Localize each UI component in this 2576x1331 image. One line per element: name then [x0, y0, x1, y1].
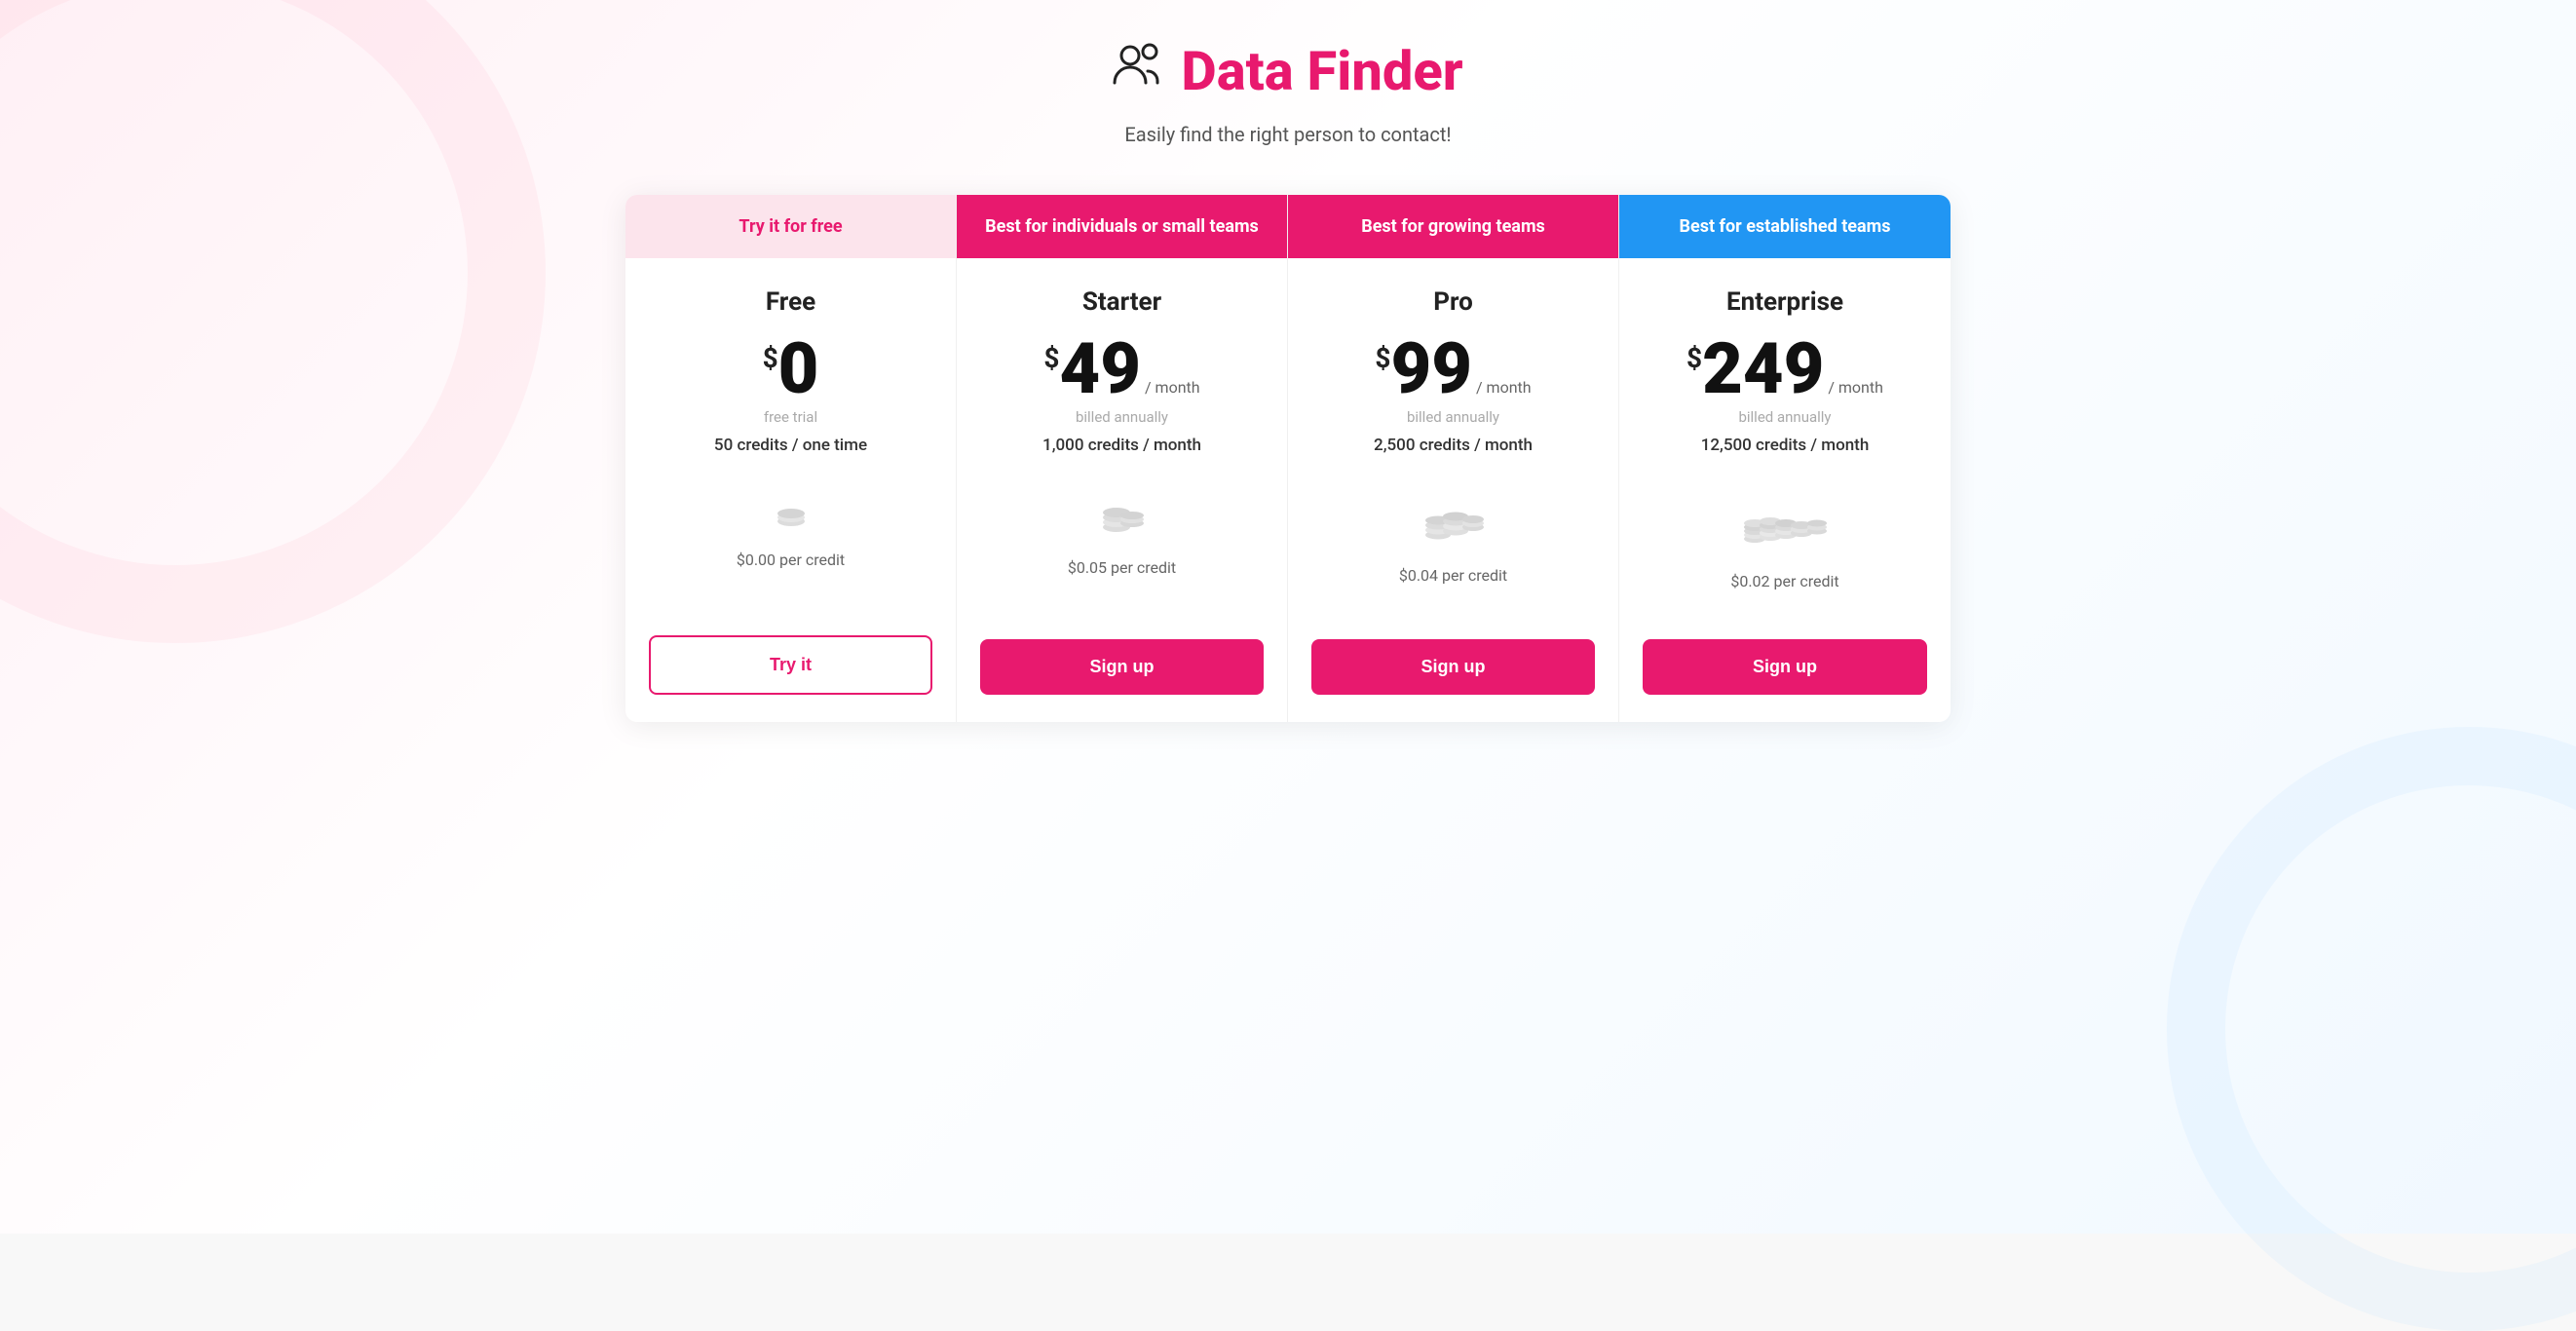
card-header-pro: Best for growing teams	[1288, 195, 1618, 258]
price-dollar-pro: $	[1375, 342, 1390, 374]
price-amount-pro: 99	[1391, 334, 1472, 404]
billing-note-pro: billed annually	[1407, 408, 1499, 426]
price-period-enterprise: / month	[1828, 378, 1883, 404]
signup-button-enterprise[interactable]: Sign up	[1643, 639, 1927, 695]
page-subtitle: Easily find the right person to contact!	[625, 123, 1951, 146]
plan-name-pro: Pro	[1433, 287, 1473, 317]
page-title: Data Finder	[1181, 39, 1462, 103]
card-footer-pro: Sign up	[1288, 620, 1618, 722]
try-it-button[interactable]: Try it	[649, 635, 932, 695]
card-body-free: Free $ 0 free trial 50 credits / one tim…	[625, 258, 956, 616]
card-body-enterprise: Enterprise $ 249 / month billed annually…	[1619, 258, 1951, 620]
logo-row: Data Finder	[625, 39, 1951, 103]
per-credit-pro: $0.04 per credit	[1399, 566, 1507, 585]
price-row-pro: $ 99 / month	[1375, 334, 1531, 404]
price-row-enterprise: $ 249 / month	[1686, 334, 1883, 404]
price-dollar-starter: $	[1043, 342, 1059, 374]
card-body-pro: Pro $ 99 / month billed annually 2,500 c…	[1288, 258, 1618, 620]
card-header-free: Try it for free	[625, 195, 956, 258]
price-period-pro: / month	[1476, 378, 1532, 404]
card-body-starter: Starter $ 49 / month billed annually 1,0…	[957, 258, 1287, 620]
coin-icon-free	[774, 494, 809, 529]
credits-note-enterprise: 12,500 credits / month	[1701, 436, 1870, 455]
price-dollar-enterprise: $	[1686, 342, 1702, 374]
billing-note-starter: billed annually	[1076, 408, 1168, 426]
card-footer-enterprise: Sign up	[1619, 620, 1951, 722]
pricing-card-enterprise: Best for established teams Enterprise $ …	[1619, 195, 1951, 722]
card-footer-free: Try it	[625, 616, 956, 722]
plan-name-free: Free	[766, 287, 815, 317]
card-header-starter: Best for individuals or small teams	[957, 195, 1287, 258]
credits-note-pro: 2,500 credits / month	[1374, 436, 1533, 455]
per-credit-enterprise: $0.02 per credit	[1730, 572, 1838, 590]
per-credit-starter: $0.05 per credit	[1068, 558, 1176, 577]
price-dollar-free: $	[763, 342, 778, 374]
price-amount-starter: 49	[1060, 334, 1141, 404]
billing-note-free: free trial	[764, 408, 817, 426]
pricing-card-starter: Best for individuals or small teams Star…	[957, 195, 1288, 722]
logo-icon	[1113, 42, 1167, 100]
price-amount-free: 0	[778, 334, 819, 404]
coin-icon-starter	[1097, 494, 1148, 537]
pricing-card-pro: Best for growing teams Pro $ 99 / month …	[1288, 195, 1619, 722]
card-header-enterprise: Best for established teams	[1619, 195, 1951, 258]
billing-note-enterprise: billed annually	[1738, 408, 1831, 426]
per-credit-free: $0.00 per credit	[737, 551, 845, 569]
container: Data Finder Easily find the right person…	[606, 0, 1970, 761]
page-wrapper: Data Finder Easily find the right person…	[0, 0, 2576, 1234]
coin-icon-pro	[1421, 494, 1487, 545]
pricing-grid: Try it for free Free $ 0 free trial 50 c…	[625, 195, 1951, 722]
plan-name-enterprise: Enterprise	[1726, 287, 1843, 317]
signup-button-pro[interactable]: Sign up	[1311, 639, 1595, 695]
credits-note-starter: 1,000 credits / month	[1042, 436, 1201, 455]
pricing-card-free: Try it for free Free $ 0 free trial 50 c…	[625, 195, 957, 722]
coin-icon-enterprise	[1741, 494, 1829, 551]
card-footer-starter: Sign up	[957, 620, 1287, 722]
page-header: Data Finder Easily find the right person…	[625, 39, 1951, 146]
price-period-starter: / month	[1145, 378, 1200, 404]
signup-button-starter[interactable]: Sign up	[980, 639, 1264, 695]
price-amount-enterprise: 249	[1702, 334, 1824, 404]
plan-name-starter: Starter	[1082, 287, 1161, 317]
price-row-free: $ 0	[763, 334, 819, 404]
credits-note-free: 50 credits / one time	[714, 436, 867, 455]
price-row-starter: $ 49 / month	[1043, 334, 1199, 404]
